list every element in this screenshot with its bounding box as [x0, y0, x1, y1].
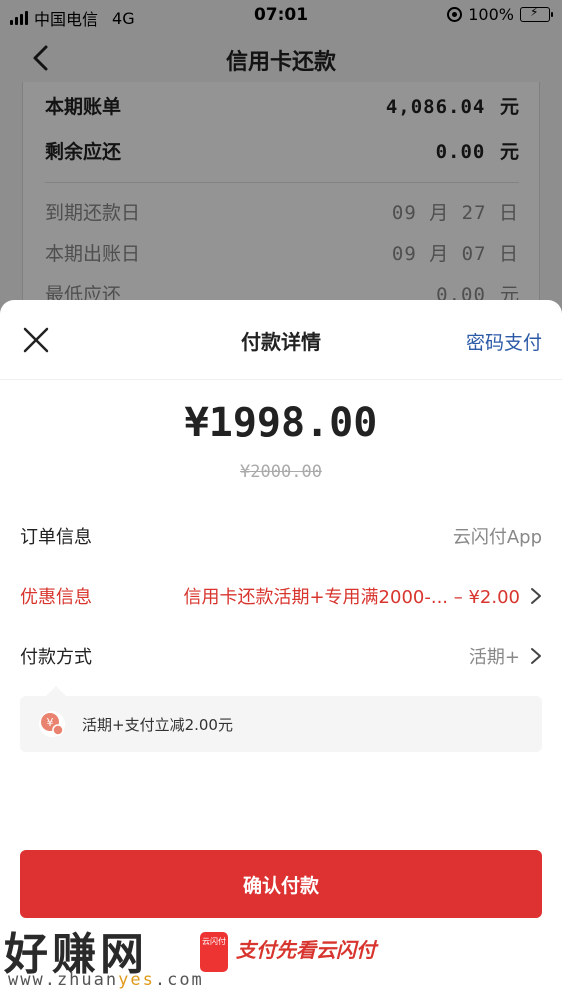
confirm-payment-button[interactable]: 确认付款: [20, 850, 542, 918]
order-info-value: 云闪付App: [452, 527, 542, 548]
watermark-slogan: 支付先看云闪付: [236, 938, 376, 962]
chevron-right-icon: [531, 588, 541, 604]
promo-info-row[interactable]: 优惠信息 信用卡还款活期+专用满2000-... – ¥2.00: [20, 576, 542, 616]
chevron-right-icon: [531, 648, 541, 664]
svg-text:¥: ¥: [47, 716, 54, 729]
promo-info-label: 优惠信息: [20, 587, 92, 608]
yuan-coin-icon: ¥: [39, 711, 65, 737]
payment-method-value-wrap: 活期+: [469, 643, 542, 669]
original-amount: ¥2000.00: [240, 462, 322, 482]
payment-sheet: 付款详情 密码支付 ¥1998.00 ¥2000.00 订单信息 云闪付App …: [0, 300, 562, 1000]
payment-amount: ¥1998.00: [184, 400, 378, 446]
discount-tip-text: 活期+支付立减2.00元: [82, 715, 233, 734]
watermark-app-logo: 云闪付: [200, 932, 228, 972]
promo-info-value-wrap: 信用卡还款活期+专用满2000-... – ¥2.00: [183, 583, 542, 609]
watermark-url: www.zhuanyes.com: [8, 970, 204, 990]
sheet-header: 付款详情 密码支付: [0, 300, 562, 380]
discount-tip: ¥ 活期+支付立减2.00元: [20, 686, 542, 752]
payment-method-row[interactable]: 付款方式 活期+: [20, 636, 542, 676]
order-info-row: 订单信息 云闪付App: [20, 516, 542, 556]
payment-method-value: 活期+: [468, 647, 520, 668]
close-icon[interactable]: [20, 324, 52, 356]
promo-info-value: 信用卡还款活期+专用满2000-... – ¥2.00: [183, 587, 520, 608]
password-pay-link[interactable]: 密码支付: [466, 328, 542, 355]
payment-method-label: 付款方式: [20, 647, 92, 668]
order-info-label: 订单信息: [20, 527, 92, 548]
watermark: 好赚网 www.zhuanyes.com 云闪付 支付先看云闪付: [0, 912, 562, 1000]
